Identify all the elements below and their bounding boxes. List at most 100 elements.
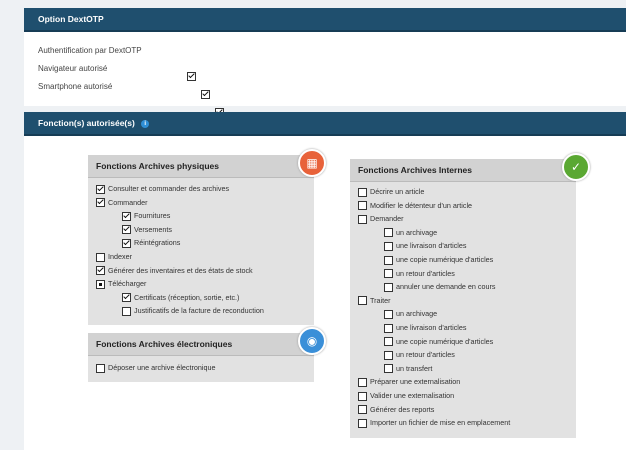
checkbox-item[interactable]: une livraison d'articles: [384, 239, 467, 252]
option-row-browser: Navigateur autorisé: [38, 62, 107, 76]
checkbox-label: Indexer: [108, 252, 132, 261]
checkbox-item[interactable]: une copie numérique d'articles: [384, 253, 493, 266]
checkbox-item[interactable]: Certificats (réception, sortie, etc.): [122, 291, 239, 304]
checkbox-item[interactable]: un retour d'articles: [384, 348, 455, 361]
checkbox-unchecked[interactable]: [358, 391, 367, 401]
checkbox-item[interactable]: Déposer une archive électronique: [96, 361, 215, 374]
checkbox-label: Réintégrations: [134, 238, 181, 248]
checkbox-unchecked[interactable]: [358, 377, 367, 387]
checkbox-label: Importer un fichier de mise en emplaceme…: [370, 418, 511, 428]
checkbox-item[interactable]: annuler une demande en cours: [384, 280, 496, 293]
checkbox-label: annuler une demande en cours: [396, 282, 496, 292]
checkbox-label: Justificatifs de la facture de reconduct…: [134, 306, 264, 316]
checkbox-item[interactable]: un archivage: [384, 226, 437, 239]
option-label: Navigateur autorisé: [38, 64, 108, 73]
checkbox-item[interactable]: une livraison d'articles: [384, 321, 467, 334]
checkbox-partial[interactable]: [96, 279, 105, 289]
checkbox-item[interactable]: Demander: [358, 212, 404, 225]
checkbox-item[interactable]: Consulter et commander des archives: [96, 182, 229, 195]
checkbox-unchecked[interactable]: [384, 309, 393, 319]
option-panel-header: Option DextOTP: [24, 8, 626, 32]
checkbox-item[interactable]: une copie numérique d'articles: [384, 335, 493, 348]
checkbox-item[interactable]: un transfert: [384, 362, 432, 375]
checkbox-checked[interactable]: [96, 266, 105, 276]
checkbox-label: Générer des inventaires et des états de …: [108, 265, 253, 275]
checkbox-item[interactable]: Générer des reports: [358, 403, 434, 416]
option-label: Authentification par DextOTP: [38, 46, 142, 55]
checkbox-checked[interactable]: [122, 211, 131, 221]
checkbox-item[interactable]: Télécharger: [96, 277, 146, 290]
option-row-auth: Authentification par DextOTP: [38, 44, 142, 58]
functions-panel-header: Fonction(s) autorisée(s) i: [24, 112, 626, 136]
checkbox-unchecked[interactable]: [384, 350, 393, 360]
checkbox-checked[interactable]: [96, 198, 105, 208]
checkbox-unchecked[interactable]: [358, 418, 367, 428]
option-checkbox-browser[interactable]: [201, 90, 211, 100]
checkbox-item[interactable]: Générer des inventaires et des états de …: [96, 264, 253, 277]
checkbox-label: un archivage: [396, 309, 438, 319]
checkbox-item[interactable]: un retour d'articles: [384, 267, 455, 280]
checkbox-checked[interactable]: [122, 238, 131, 248]
box-title: Fonctions Archives physiques: [88, 155, 314, 178]
checkbox-unchecked[interactable]: [384, 337, 393, 347]
checkbox-item[interactable]: Préparer une externalisation: [358, 375, 460, 388]
option-checkbox-auth[interactable]: [187, 72, 196, 82]
checkbox-checked[interactable]: [122, 225, 131, 235]
checkbox-unchecked[interactable]: [384, 323, 393, 333]
checkbox-unchecked[interactable]: [358, 201, 367, 211]
checkbox-item[interactable]: Valider une externalisation: [358, 389, 454, 402]
checkbox-unchecked[interactable]: [96, 363, 105, 373]
checkbox-label: Télécharger: [108, 279, 147, 289]
checkbox-label: un archivage: [396, 227, 438, 237]
checkbox-item[interactable]: Modifier le détenteur d'un article: [358, 199, 472, 212]
info-icon[interactable]: i: [141, 119, 150, 128]
checkbox-item[interactable]: Justificatifs de la facture de reconduct…: [122, 304, 264, 317]
option-row-smartphone: Smartphone autorisé: [38, 80, 112, 94]
checkbox-item[interactable]: Réintégrations: [122, 236, 180, 249]
option-panel-title: Option DextOTP: [38, 14, 104, 24]
checkbox-item[interactable]: un archivage: [384, 307, 437, 320]
checkbox-item[interactable]: Indexer: [96, 250, 132, 263]
checkbox-label: une livraison d'articles: [396, 241, 467, 251]
checkbox-label: une livraison d'articles: [396, 323, 467, 332]
checkbox-label: Modifier le détenteur d'un article: [370, 200, 473, 210]
checkbox-item[interactable]: Commander: [96, 196, 148, 209]
checkbox-label: Versements: [134, 224, 172, 234]
checkbox-label: Traiter: [370, 295, 391, 305]
box-title: Fonctions Archives Internes: [350, 159, 576, 182]
checkbox-item[interactable]: Versements: [122, 223, 172, 236]
box-archives-internes: Fonctions Archives Internes ✓ Décrire un…: [350, 153, 590, 438]
checkbox-label: un retour d'articles: [396, 268, 455, 278]
checkbox-unchecked[interactable]: [358, 187, 367, 197]
checkbox-item[interactable]: Importer un fichier de mise en emplaceme…: [358, 416, 510, 429]
checkbox-unchecked[interactable]: [384, 255, 393, 265]
checkbox-label: Déposer une archive électronique: [108, 363, 216, 372]
checkbox-unchecked[interactable]: [358, 296, 367, 306]
checkbox-label: Préparer une externalisation: [370, 377, 461, 387]
checkbox-label: Commander: [108, 197, 148, 207]
checkbox-unchecked[interactable]: [358, 214, 367, 224]
checkbox-unchecked[interactable]: [384, 282, 393, 292]
checkbox-unchecked[interactable]: [384, 364, 393, 374]
option-panel: Option DextOTP Authentification par Dext…: [24, 8, 626, 118]
checkbox-unchecked[interactable]: [384, 241, 393, 251]
checkbox-unchecked[interactable]: [384, 269, 393, 279]
box-title: Fonctions Archives électroniques: [88, 333, 314, 356]
checkbox-label: Décrire un article: [370, 187, 425, 196]
checkbox-checked[interactable]: [122, 293, 131, 303]
checkbox-item[interactable]: Fournitures: [122, 209, 170, 222]
checkbox-label: Demander: [370, 214, 404, 224]
checkbox-label: Fournitures: [134, 211, 171, 221]
checkbox-unchecked[interactable]: [358, 405, 367, 415]
checkbox-unchecked[interactable]: [384, 228, 393, 238]
checkbox-label: Valider une externalisation: [370, 391, 455, 400]
box-archives-electroniques: Fonctions Archives électroniques ◉ Dépos…: [88, 327, 326, 382]
checkbox-unchecked[interactable]: [122, 306, 131, 316]
checkbox-item[interactable]: Traiter: [358, 294, 391, 307]
checkbox-label: un retour d'articles: [396, 350, 455, 360]
checkbox-unchecked[interactable]: [96, 252, 105, 262]
checkbox-item[interactable]: Décrire un article: [358, 185, 424, 198]
checkbox-label: Générer des reports: [370, 404, 435, 414]
checkbox-label: une copie numérique d'articles: [396, 255, 494, 264]
checkbox-checked[interactable]: [96, 184, 105, 194]
